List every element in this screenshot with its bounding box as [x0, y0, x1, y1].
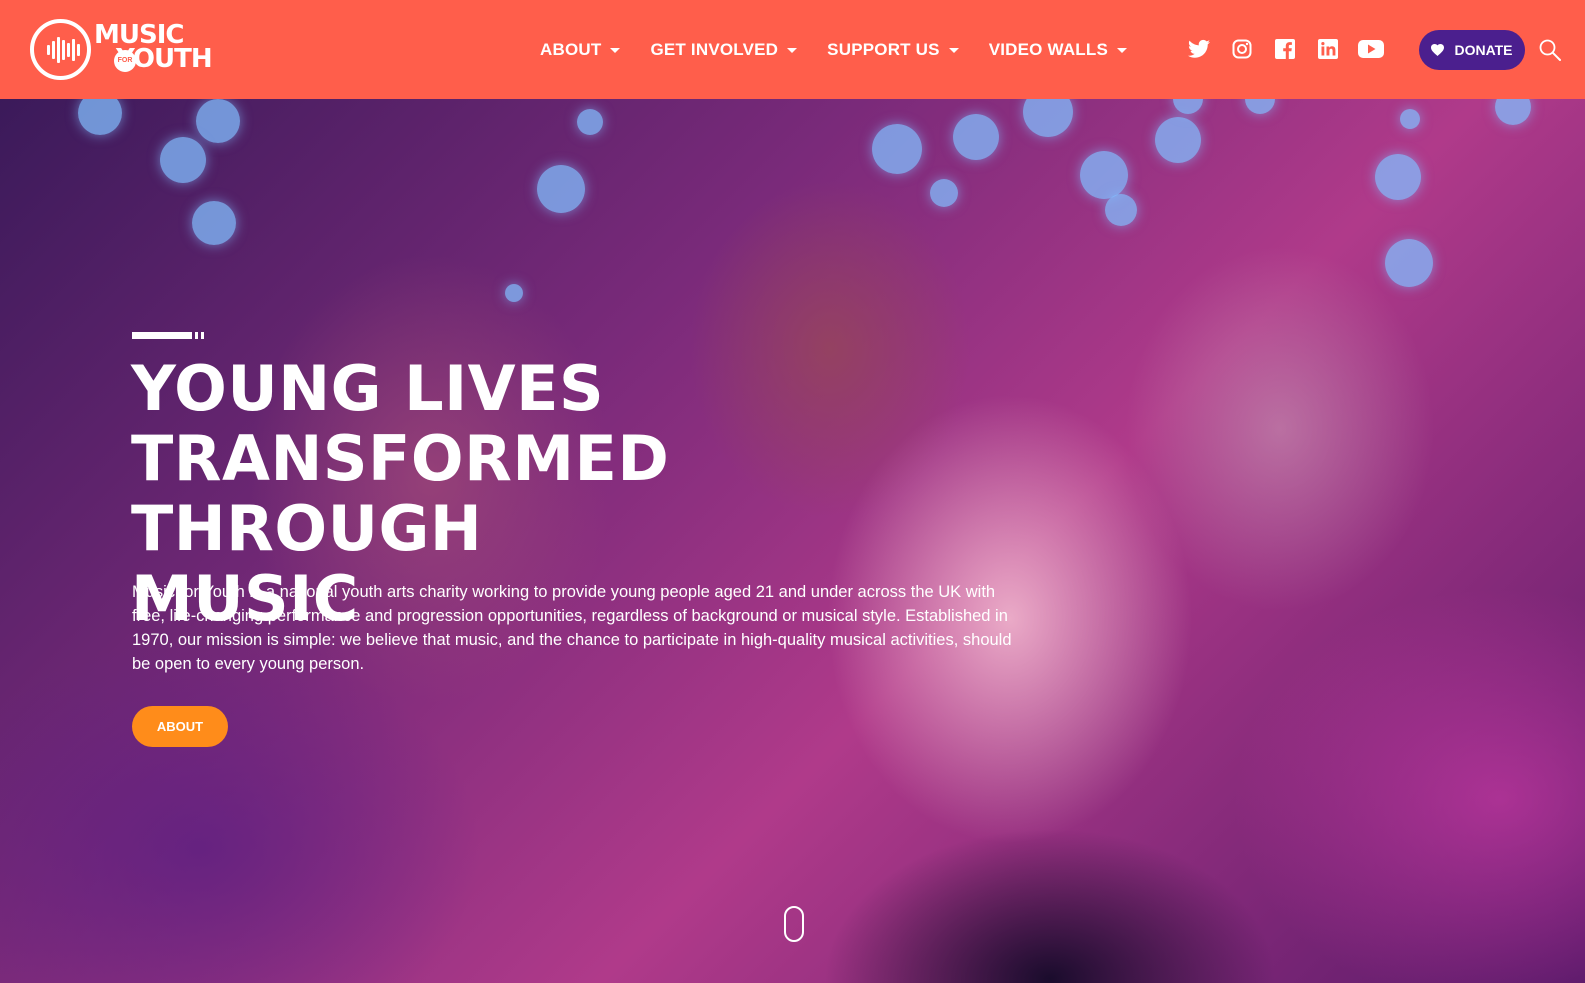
caret-down-icon [610, 47, 621, 53]
site-header: MUSIC YOUTH FOR ABOUT GET INVOLVED SUPPO… [0, 0, 1585, 99]
headline-line: YOUNG LIVES [131, 352, 605, 425]
nav-item-get-involved[interactable]: GET INVOLVED [650, 37, 798, 63]
site-logo[interactable]: MUSIC YOUTH FOR [30, 19, 213, 81]
twitter-icon[interactable] [1185, 35, 1213, 63]
donate-button[interactable]: DONATE [1419, 30, 1525, 70]
nav-label: ABOUT [540, 40, 602, 59]
facebook-icon[interactable] [1271, 35, 1299, 63]
youtube-icon[interactable] [1357, 35, 1385, 63]
social-links [1185, 35, 1400, 63]
logo-equalizer-icon [47, 36, 80, 64]
linkedin-icon[interactable] [1314, 35, 1342, 63]
caret-down-icon [948, 47, 959, 53]
caret-down-icon [1117, 47, 1128, 53]
instagram-icon[interactable] [1228, 35, 1256, 63]
main-nav: ABOUT GET INVOLVED SUPPORT US VIDEO WALL… [540, 37, 1157, 63]
logo-line2: YOUTH [116, 44, 213, 74]
about-button[interactable]: ABOUT [132, 706, 228, 747]
nav-label: SUPPORT US [827, 40, 940, 59]
logo-for: FOR [114, 50, 136, 72]
nav-label: VIDEO WALLS [988, 40, 1109, 59]
nav-item-about[interactable]: ABOUT [540, 37, 621, 63]
heart-icon [1431, 44, 1445, 56]
nav-label: GET INVOLVED [650, 40, 779, 59]
headline-line: TRANSFORMED THROUGH [131, 422, 670, 565]
donate-label: DONATE [1454, 42, 1513, 58]
search-icon[interactable] [1539, 39, 1561, 61]
nav-item-video-walls[interactable]: VIDEO WALLS [988, 37, 1128, 63]
caret-down-icon [787, 47, 798, 53]
nav-item-support-us[interactable]: SUPPORT US [827, 37, 959, 63]
scroll-down-indicator[interactable] [784, 906, 804, 942]
hero-intro-text: Music for Youth is a national youth arts… [132, 583, 1012, 673]
logo-wordmark: MUSIC YOUTH [94, 22, 213, 74]
headline-accent-bar [132, 332, 204, 339]
